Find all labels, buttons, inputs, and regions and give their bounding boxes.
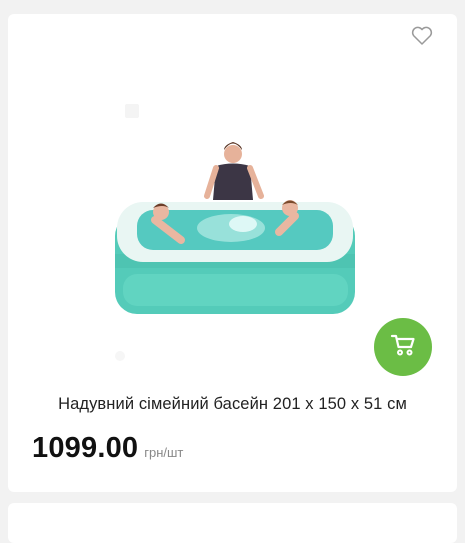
shopping-cart-icon <box>390 333 416 362</box>
product-price: 1099.00 <box>32 432 139 464</box>
price-block: 1099.00 грн/шт <box>32 432 183 465</box>
product-image[interactable] <box>103 103 386 374</box>
product-card[interactable]: Надувний сімейний басейн 201 х 150 х 51 … <box>8 14 457 492</box>
price-unit: грн/шт <box>144 445 184 460</box>
product-title[interactable]: Надувний сімейний басейн 201 х 150 х 51 … <box>8 395 457 414</box>
next-product-card[interactable] <box>8 503 457 543</box>
wishlist-heart-icon[interactable] <box>411 26 433 46</box>
add-to-cart-button[interactable] <box>374 318 432 376</box>
